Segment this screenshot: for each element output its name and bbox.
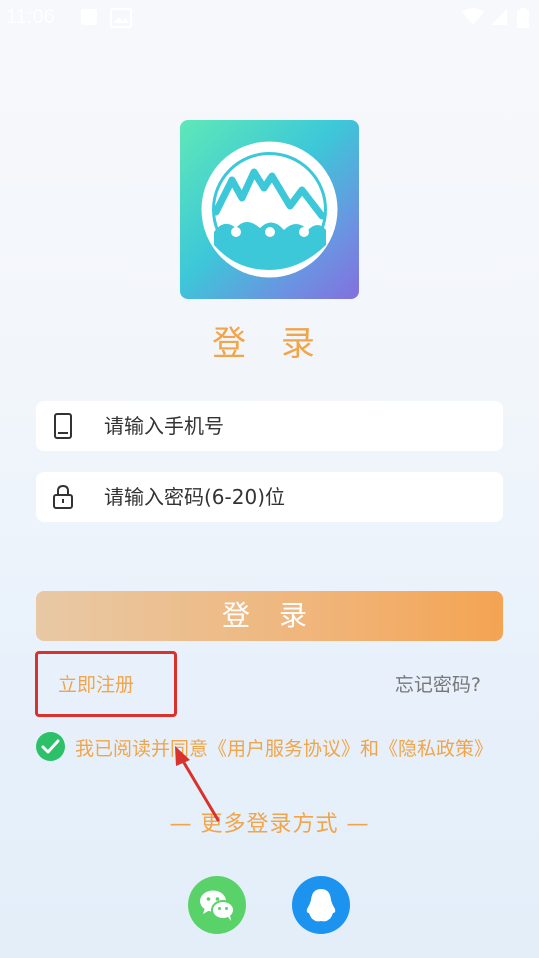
- privacy-policy-link[interactable]: 《隐私政策》: [379, 738, 493, 760]
- agreement-checkbox[interactable]: [36, 732, 65, 761]
- signal-icon: [491, 9, 507, 25]
- phone-input[interactable]: [104, 401, 484, 451]
- agreement-text: 我已阅读并同意《用户服务协议》和《隐私政策》: [75, 734, 493, 761]
- phone-field[interactable]: [36, 401, 503, 451]
- qq-icon: [306, 889, 336, 922]
- password-input[interactable]: [104, 472, 484, 522]
- user-agreement-link[interactable]: 《用户服务协议》: [208, 738, 360, 760]
- status-time: 11:06: [6, 6, 55, 28]
- mountain-wave-logo-icon: [201, 141, 338, 278]
- notification-image-icon: [110, 8, 132, 28]
- notification-a-icon: [81, 9, 97, 25]
- app-logo: [180, 120, 359, 299]
- agreement-prefix: 我已阅读并同意: [75, 738, 209, 760]
- wechat-icon: [200, 890, 235, 921]
- check-icon: [41, 739, 60, 754]
- forgot-password-link[interactable]: 忘记密码?: [395, 670, 481, 697]
- phone-icon: [54, 413, 72, 439]
- login-button[interactable]: 登 录: [36, 591, 503, 641]
- battery-icon: [517, 8, 529, 28]
- password-field[interactable]: [36, 472, 503, 522]
- lock-icon: [53, 484, 73, 509]
- agreement-conjunction: 和: [360, 738, 380, 760]
- register-link[interactable]: 立即注册: [58, 670, 134, 697]
- wifi-icon: [462, 8, 484, 25]
- page-title: 登 录: [212, 324, 327, 364]
- status-bar: 11:06: [0, 0, 539, 36]
- more-login-methods: — 更多登录方式 —: [169, 812, 370, 837]
- qq-login-button[interactable]: [292, 876, 350, 934]
- wechat-login-button[interactable]: [188, 876, 246, 934]
